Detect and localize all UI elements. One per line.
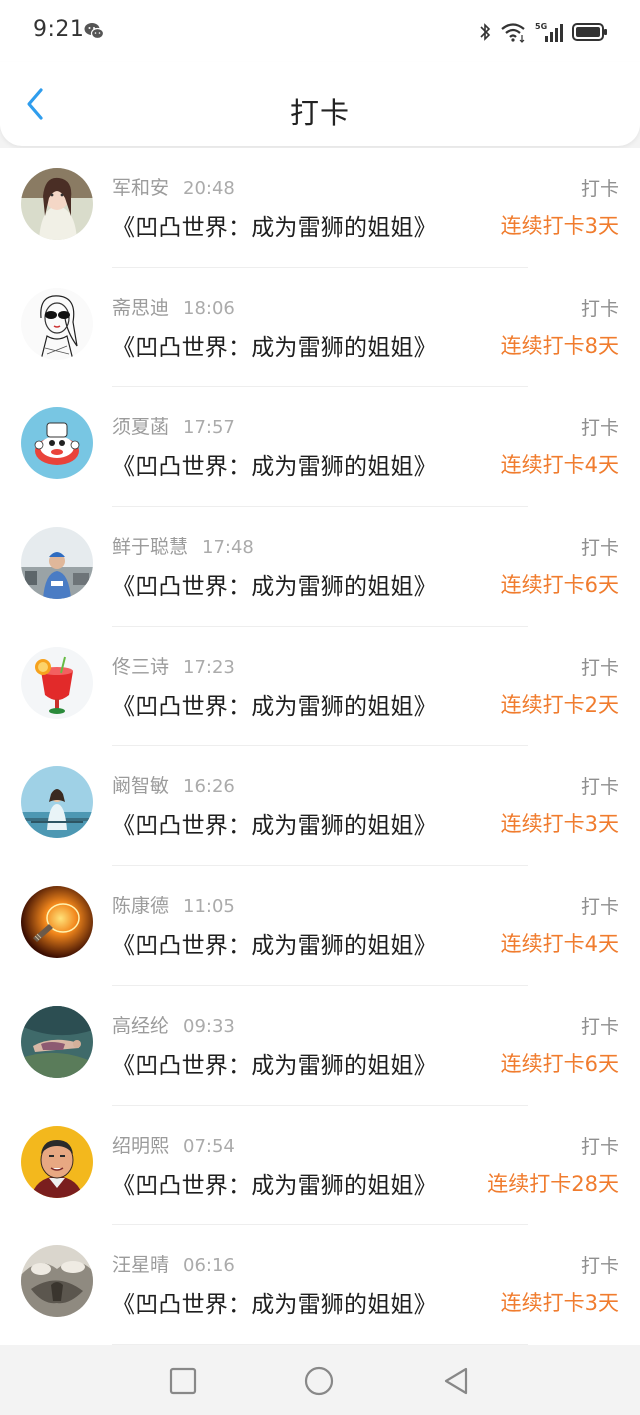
avatar[interactable] xyxy=(21,1005,93,1078)
recents-square-icon[interactable] xyxy=(167,1365,199,1397)
streak-label: 连续打卡3天 xyxy=(500,214,619,238)
streak-label: 连续打卡6天 xyxy=(500,573,619,598)
user-name[interactable]: 汪星晴 xyxy=(112,1254,169,1276)
checkin-time: 16:26 xyxy=(183,776,235,798)
checkin-time: 11:05 xyxy=(183,896,235,918)
book-title[interactable]: 《凹凸世界：成为雷狮的姐姐》 xyxy=(112,447,437,481)
feed-item[interactable]: 须夏菡 17:57 《凹凸世界：成为雷狮的姐姐》 打卡 连续打卡4天 xyxy=(0,387,640,507)
book-title[interactable]: 《凹凸世界：成为雷狮的姐姐》 xyxy=(112,926,437,960)
book-title[interactable]: 《凹凸世界：成为雷狮的姐姐》 xyxy=(112,1285,437,1319)
action-label: 打卡 xyxy=(580,537,619,560)
feed-item[interactable]: 阚智敏 16:26 《凹凸世界：成为雷狮的姐姐》 打卡 连续打卡3天 xyxy=(0,746,640,866)
user-meta: 斋思迪 18:06 xyxy=(112,293,235,320)
checkin-time: 17:57 xyxy=(183,417,235,439)
app-header: 打卡 xyxy=(0,62,640,146)
streak-label: 连续打卡4天 xyxy=(500,932,619,957)
checkin-feed[interactable]: 军和安 20:48 《凹凸世界：成为雷狮的姐姐》 打卡 连续打卡3天 斋思迪 18:… xyxy=(0,148,640,1345)
streak-label: 连续打卡3天 xyxy=(500,1291,619,1316)
checkin-time: 09:33 xyxy=(183,1015,235,1037)
status-time: 9:21 xyxy=(33,17,85,42)
book-title[interactable]: 《凹凸世界：成为雷狮的姐姐》 xyxy=(112,806,437,840)
action-label: 打卡 xyxy=(580,178,619,200)
user-name[interactable]: 佟三诗 xyxy=(112,656,169,678)
feed-item[interactable]: 斋思迪 18:06 《凹凸世界：成为雷狮的姐姐》 打卡 连续打卡8天 xyxy=(0,268,640,388)
user-name[interactable]: 阚智敏 xyxy=(112,775,169,797)
feed-item[interactable]: 汪星晴 06:16 《凹凸世界：成为雷狮的姐姐》 打卡 连续打卡3天 xyxy=(0,1225,640,1345)
user-name[interactable]: 高经纶 xyxy=(112,1015,169,1037)
avatar[interactable] xyxy=(21,527,93,600)
battery-icon xyxy=(572,23,607,41)
status-bar: 9:21 5G xyxy=(0,0,640,62)
wechat-icon xyxy=(84,23,104,40)
user-meta: 须夏菡 17:57 xyxy=(112,412,235,439)
signal-5g-icon: 5G xyxy=(535,22,563,42)
wifi-icon xyxy=(501,23,525,43)
feed-item[interactable]: 军和安 20:48 《凹凸世界：成为雷狮的姐姐》 打卡 连续打卡3天 xyxy=(0,148,640,268)
avatar[interactable] xyxy=(21,407,93,480)
user-meta: 鲜于聪慧 17:48 xyxy=(112,532,254,559)
svg-text:5G: 5G xyxy=(535,22,547,31)
user-name[interactable]: 斋思迪 xyxy=(112,297,169,319)
user-name[interactable]: 须夏菡 xyxy=(112,416,169,438)
checkin-time: 07:54 xyxy=(183,1135,235,1157)
user-meta: 军和安 20:48 xyxy=(112,173,235,200)
book-title[interactable]: 《凹凸世界：成为雷狮的姐姐》 xyxy=(112,687,437,721)
avatar[interactable] xyxy=(21,766,93,839)
user-meta: 佟三诗 17:23 xyxy=(112,652,235,679)
avatar[interactable] xyxy=(21,168,93,240)
streak-label: 连续打卡6天 xyxy=(500,1051,619,1076)
avatar[interactable] xyxy=(21,886,93,959)
streak-label: 连续打卡3天 xyxy=(500,812,619,837)
avatar[interactable] xyxy=(21,287,93,360)
action-label: 打卡 xyxy=(580,1015,619,1038)
user-meta: 陈康德 11:05 xyxy=(112,891,235,918)
action-label: 打卡 xyxy=(580,1255,619,1278)
streak-label: 连续打卡8天 xyxy=(500,333,619,358)
back-triangle-icon[interactable] xyxy=(440,1365,472,1397)
user-name[interactable]: 鲜于聪慧 xyxy=(112,536,188,558)
bluetooth-icon xyxy=(480,23,491,41)
home-circle-icon[interactable] xyxy=(303,1365,335,1397)
feed-item[interactable]: 陈康德 11:05 《凹凸世界：成为雷狮的姐姐》 打卡 连续打卡4天 xyxy=(0,866,640,986)
checkin-time: 17:48 xyxy=(202,537,254,559)
avatar[interactable] xyxy=(21,1245,93,1318)
action-label: 打卡 xyxy=(580,1135,619,1158)
user-meta: 阚智敏 16:26 xyxy=(112,771,235,798)
streak-label: 连续打卡28天 xyxy=(487,1171,619,1196)
book-title[interactable]: 《凹凸世界：成为雷狮的姐姐》 xyxy=(112,567,437,601)
action-label: 打卡 xyxy=(580,776,619,799)
feed-item[interactable]: 高经纶 09:33 《凹凸世界：成为雷狮的姐姐》 打卡 连续打卡6天 xyxy=(0,986,640,1106)
feed-item[interactable]: 佟三诗 17:23 《凹凸世界：成为雷狮的姐姐》 打卡 连续打卡2天 xyxy=(0,627,640,747)
status-icons: 5G xyxy=(479,20,608,44)
page-title: 打卡 xyxy=(289,96,350,130)
user-meta: 绍明熙 07:54 xyxy=(112,1131,235,1158)
book-title[interactable]: 《凹凸世界：成为雷狮的姐姐》 xyxy=(112,328,437,362)
action-label: 打卡 xyxy=(580,297,619,320)
user-meta: 汪星晴 06:16 xyxy=(112,1250,235,1277)
avatar[interactable] xyxy=(21,1125,93,1198)
book-title[interactable]: 《凹凸世界：成为雷狮的姐姐》 xyxy=(112,1046,437,1080)
streak-label: 连续打卡4天 xyxy=(500,453,619,478)
action-label: 打卡 xyxy=(580,896,619,919)
system-nav-bar xyxy=(0,1345,640,1415)
streak-label: 连续打卡2天 xyxy=(500,692,619,717)
book-title[interactable]: 《凹凸世界：成为雷狮的姐姐》 xyxy=(112,1166,437,1200)
user-name[interactable]: 绍明熙 xyxy=(112,1135,169,1157)
checkin-time: 18:06 xyxy=(183,297,235,319)
user-meta: 高经纶 09:33 xyxy=(112,1011,235,1038)
avatar[interactable] xyxy=(21,646,93,719)
user-name[interactable]: 军和安 xyxy=(112,177,169,199)
book-title[interactable]: 《凹凸世界：成为雷狮的姐姐》 xyxy=(112,208,437,242)
action-label: 打卡 xyxy=(580,417,619,440)
checkin-time: 17:23 xyxy=(183,656,235,678)
user-name[interactable]: 陈康德 xyxy=(112,895,169,917)
feed-item[interactable]: 绍明熙 07:54 《凹凸世界：成为雷狮的姐姐》 打卡 连续打卡28天 xyxy=(0,1106,640,1226)
feed-item[interactable]: 鲜于聪慧 17:48 《凹凸世界：成为雷狮的姐姐》 打卡 连续打卡6天 xyxy=(0,507,640,627)
action-label: 打卡 xyxy=(580,656,619,679)
checkin-time: 20:48 xyxy=(183,178,235,199)
checkin-time: 06:16 xyxy=(183,1255,235,1277)
